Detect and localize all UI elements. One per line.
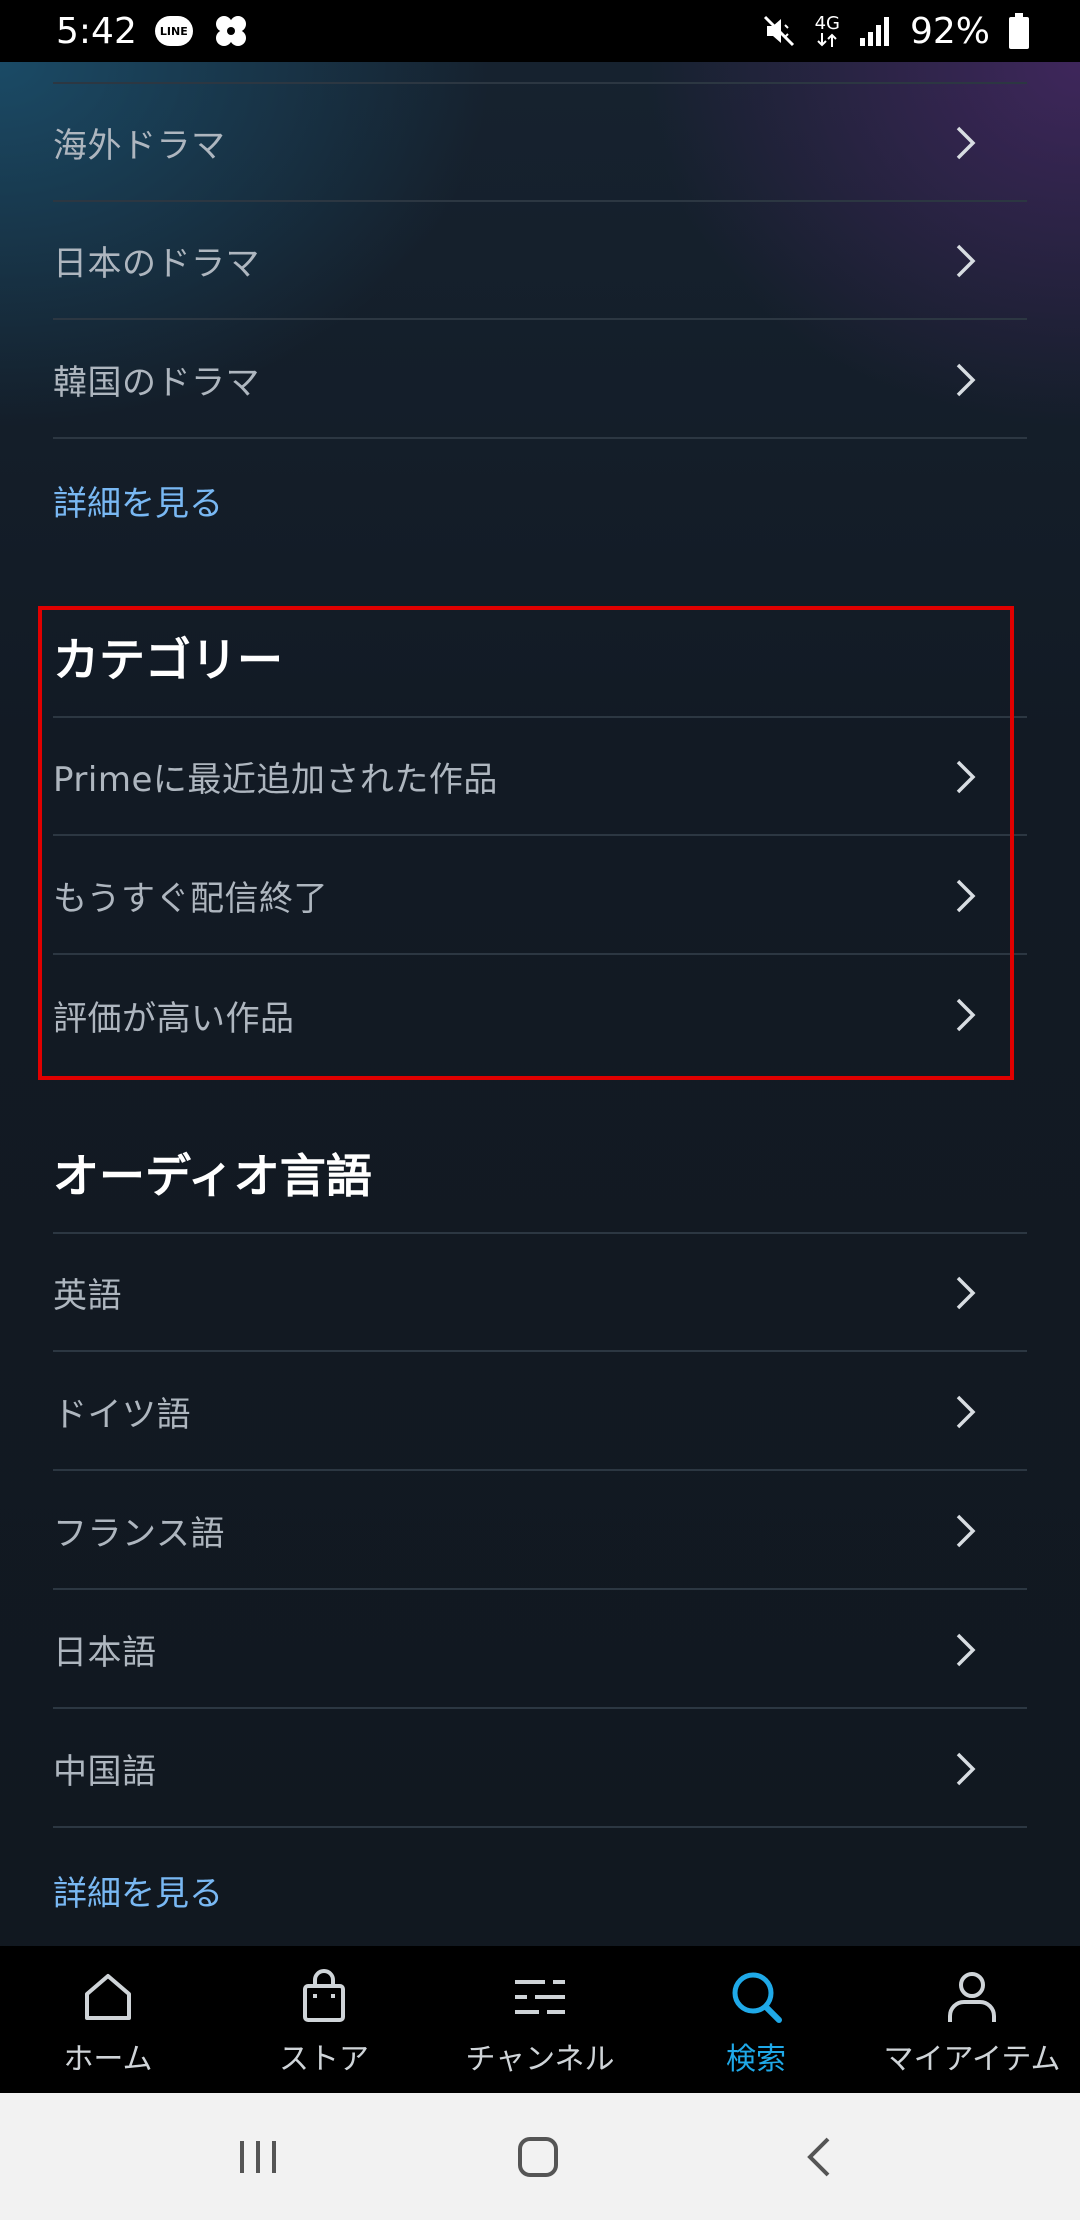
line-icon: LINE (154, 16, 193, 46)
row-label: 韓国のドラマ (53, 362, 260, 403)
nav-label: ホーム (63, 2042, 153, 2077)
chevron-right-icon (956, 1395, 976, 1429)
store-bag-icon (303, 1969, 345, 2022)
nav-my-items[interactable]: マイアイテム (864, 1946, 1080, 2093)
genre-row-japanese-drama[interactable]: 日本のドラマ (53, 202, 1027, 320)
chevron-right-icon (956, 1276, 976, 1310)
audio-language-see-more-link[interactable]: 詳細を見る (53, 1866, 223, 1915)
language-row-chinese[interactable]: 中国語 (53, 1710, 1027, 1828)
mute-icon (761, 13, 797, 49)
categories-highlight-box (38, 606, 1014, 1080)
signal-icon (858, 14, 892, 48)
language-row-japanese[interactable]: 日本語 (53, 1591, 1027, 1709)
nav-channels[interactable]: チャンネル (432, 1946, 648, 2093)
network-4g-icon: 4G (815, 15, 840, 47)
nav-label: マイアイテム (883, 2042, 1061, 2077)
line-icon-badge: LINE (154, 16, 193, 46)
recent-apps-icon[interactable] (234, 2133, 282, 2181)
bottom-navigation: ホーム ストア チャンネル 検索 マイアイテム (0, 1946, 1080, 2093)
chevron-right-icon (956, 363, 976, 397)
row-label: 海外ドラマ (53, 125, 226, 166)
nav-home[interactable]: ホーム (0, 1946, 216, 2093)
status-bar: 5:42 LINE 4G 92% (0, 0, 1080, 62)
network-label: 4G (814, 13, 840, 34)
search-icon (732, 1972, 782, 2023)
home-button-icon[interactable] (514, 2133, 562, 2181)
nav-search[interactable]: 検索 (648, 1946, 864, 2093)
row-label: ドイツ語 (53, 1394, 191, 1435)
genre-see-more-link[interactable]: 詳細を見る (53, 476, 223, 525)
nav-label: チャンネル (465, 2042, 615, 2077)
back-icon[interactable] (796, 2133, 844, 2181)
channels-icon (515, 1980, 565, 2014)
language-row-german[interactable]: ドイツ語 (53, 1353, 1027, 1471)
row-label: 英語 (53, 1275, 122, 1316)
nav-label: 検索 (726, 2042, 786, 2077)
row-label: フランス語 (53, 1513, 225, 1554)
pinwheel-icon (211, 11, 251, 51)
battery-icon (1008, 13, 1030, 49)
battery-percent: 92% (909, 10, 990, 52)
nav-store[interactable]: ストア (216, 1946, 432, 2093)
row-label: 日本のドラマ (53, 243, 260, 284)
chevron-right-icon (956, 1752, 976, 1786)
chevron-right-icon (956, 1633, 976, 1667)
chevron-right-icon (956, 244, 976, 278)
row-label: 中国語 (53, 1751, 157, 1792)
chevron-right-icon (956, 1514, 976, 1548)
chevron-right-icon (956, 126, 976, 160)
language-row-english[interactable]: 英語 (53, 1234, 1027, 1352)
system-navigation-bar (0, 2093, 1080, 2220)
status-time: 5:42 (56, 10, 137, 52)
search-browse-content[interactable]: 海外ドラマ 日本のドラマ 韓国のドラマ 詳細を見る カテゴリー Primeに最近… (0, 62, 1080, 1946)
row-label: 日本語 (53, 1632, 157, 1673)
home-icon (85, 1974, 131, 2020)
person-icon (948, 1972, 996, 2022)
genre-row-overseas-drama[interactable]: 海外ドラマ (53, 84, 1027, 202)
audio-language-heading: オーディオ言語 (53, 1149, 372, 1203)
language-row-french[interactable]: フランス語 (53, 1472, 1027, 1590)
nav-label: ストア (279, 2042, 369, 2077)
genre-row-korean-drama[interactable]: 韓国のドラマ (53, 321, 1027, 439)
